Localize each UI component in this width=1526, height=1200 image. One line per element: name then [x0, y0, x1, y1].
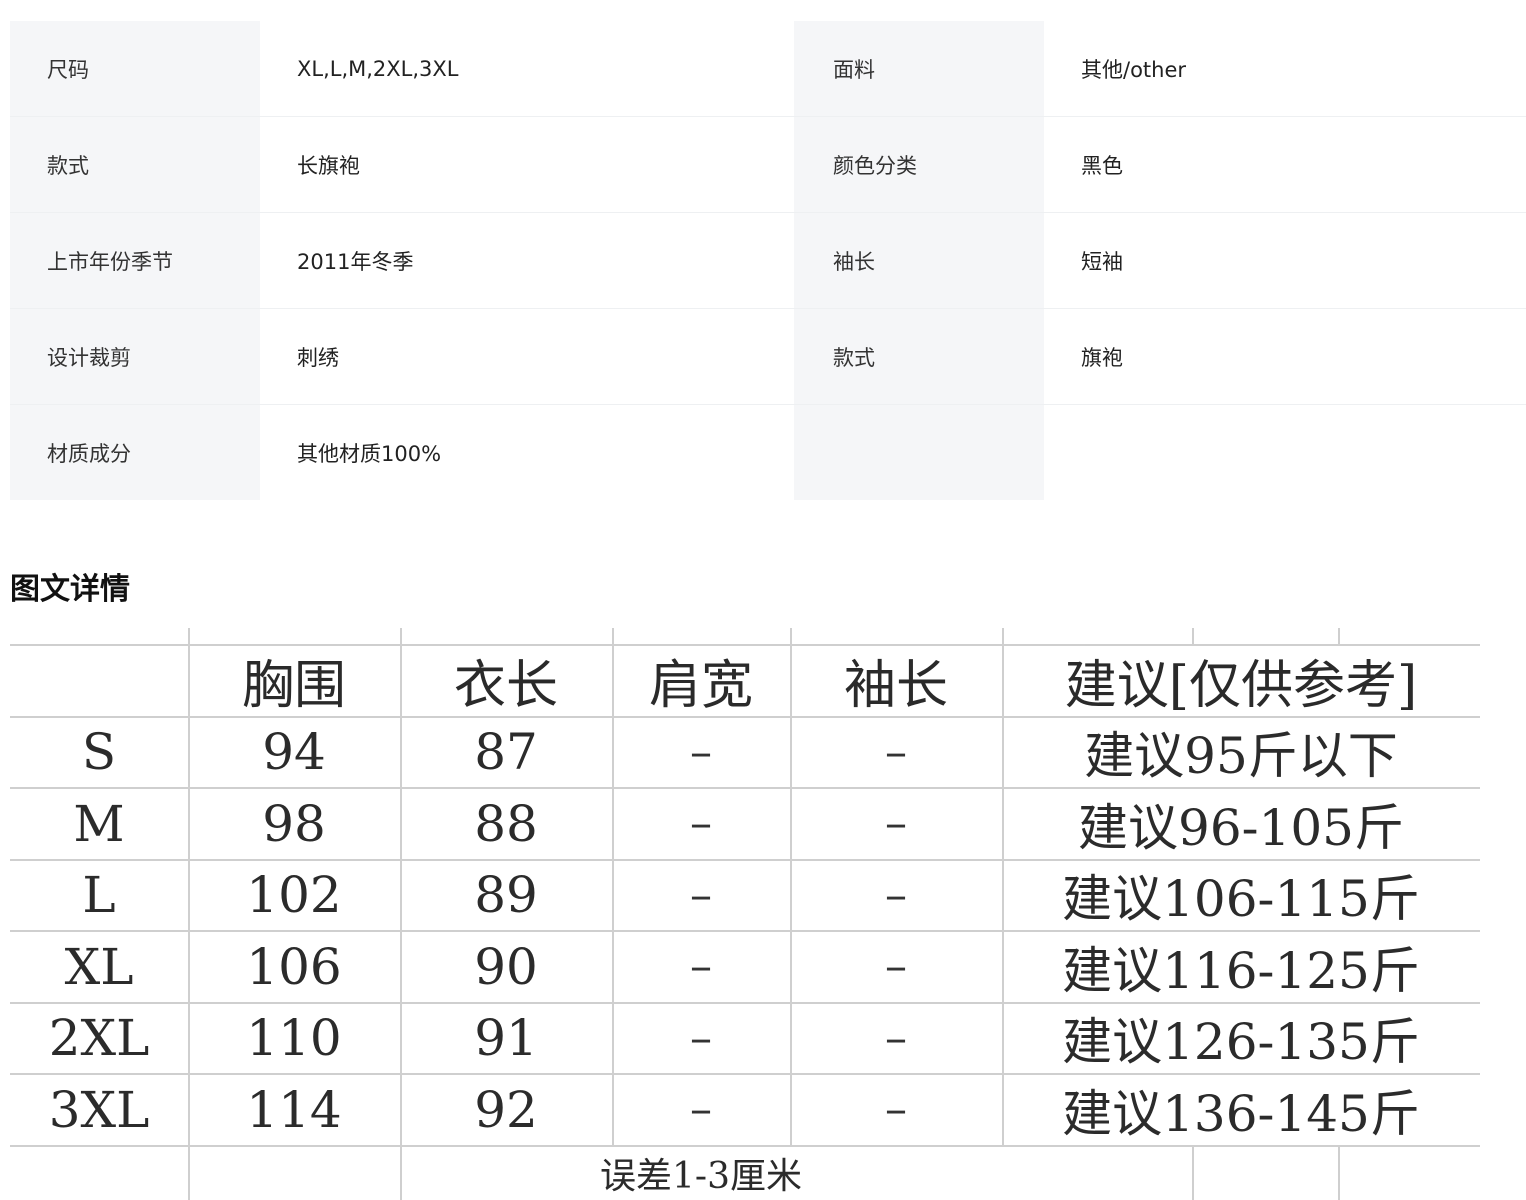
size-chart-header-cell: 建议[仅供参考]	[1064, 656, 1418, 717]
size-chart-col-line	[1338, 1144, 1340, 1200]
attribute-value: 短袖	[1044, 212, 1526, 309]
size-chart-size-label: S	[81, 723, 117, 782]
size-chart-header-cell: 肩宽	[648, 656, 753, 717]
attribute-key: 袖长	[794, 212, 1044, 309]
attribute-value: 黑色	[1044, 116, 1526, 213]
size-chart-header-cell: 袖长	[843, 656, 948, 717]
size-chart-size-label: 3XL	[48, 1080, 150, 1139]
attribute-key: 尺码	[10, 21, 260, 117]
section-title: 图文详情	[10, 572, 130, 607]
size-chart-value-cell: –	[690, 1084, 712, 1136]
size-chart-value-cell: 90	[474, 937, 538, 996]
attribute-row: 尺码 XL,L,M,2XL,3XL 面料 其他/other	[10, 21, 1526, 117]
size-chart-note: 误差1-3厘米	[600, 1156, 802, 1198]
size-chart-value-cell: –	[690, 1012, 712, 1064]
size-chart-value-cell: –	[885, 941, 907, 993]
attribute-value: 长旗袍	[260, 116, 794, 213]
attribute-key: 上市年份季节	[10, 212, 260, 309]
size-chart-value-cell: 110	[246, 1009, 342, 1068]
attribute-key-empty	[794, 404, 1044, 500]
size-chart-value-cell: –	[690, 726, 712, 778]
size-chart-size-label: L	[82, 866, 116, 925]
attribute-value: 其他材质100%	[260, 404, 794, 500]
attribute-value: 其他/other	[1044, 21, 1526, 117]
size-chart-value-cell: 建议116-125斤	[1062, 941, 1420, 1000]
size-chart-value-cell: 106	[246, 937, 342, 996]
size-chart-value-cell: –	[690, 869, 712, 921]
size-chart-col-line	[1192, 628, 1194, 644]
size-chart-value-cell: 88	[474, 794, 538, 853]
size-chart-size-label: XL	[64, 937, 134, 996]
size-chart-image: 胸围 衣长 肩宽 袖长 建议[仅供参考] S 94 87 – – 建议95斤以下 M 98 88 – – 建议9…	[10, 628, 1480, 1200]
attribute-key: 材质成分	[10, 404, 260, 500]
size-chart-value-cell: 98	[262, 794, 326, 853]
size-chart-value-cell: –	[690, 941, 712, 993]
size-chart-value-cell: 87	[474, 723, 538, 782]
size-chart-value-cell: 102	[246, 866, 342, 925]
size-chart-header-cell	[10, 646, 188, 716]
size-chart-value-cell: 建议96-105斤	[1078, 798, 1404, 857]
attribute-row: 设计裁剪 刺绣 款式 旗袍	[10, 308, 1526, 405]
attribute-row: 上市年份季节 2011年冬季 袖长 短袖	[10, 212, 1526, 309]
size-chart-value-cell: 建议126-135斤	[1062, 1013, 1420, 1072]
attribute-key: 设计裁剪	[10, 308, 260, 405]
attribute-value: 旗袍	[1044, 308, 1526, 405]
attribute-row: 款式 长旗袍 颜色分类 黑色	[10, 116, 1526, 213]
product-attributes-table: 尺码 XL,L,M,2XL,3XL 面料 其他/other 款式 长旗袍 颜色分…	[10, 21, 1526, 500]
attribute-key: 款式	[10, 116, 260, 213]
size-chart-value-cell: –	[885, 869, 907, 921]
size-chart-value-cell: 92	[474, 1080, 538, 1139]
size-chart-header-cell: 胸围	[241, 656, 346, 717]
size-chart-col-line	[1192, 1144, 1194, 1200]
size-chart-value-cell: 94	[262, 723, 326, 782]
size-chart-value-cell: 91	[474, 1009, 538, 1068]
size-chart-header-cell: 衣长	[453, 656, 558, 717]
size-chart-value-cell: –	[885, 798, 907, 850]
size-chart-size-label: M	[73, 794, 125, 853]
attribute-key: 颜色分类	[794, 116, 1044, 213]
attribute-value: 2011年冬季	[260, 212, 794, 309]
size-chart-value-cell: –	[885, 1012, 907, 1064]
size-chart-size-label: 2XL	[48, 1009, 150, 1068]
size-chart-value-cell: –	[885, 1084, 907, 1136]
size-chart-value-cell: 建议106-115斤	[1062, 870, 1420, 929]
size-chart-col-line	[1338, 628, 1340, 644]
size-chart-value-cell: 建议95斤以下	[1084, 727, 1398, 786]
attribute-value: XL,L,M,2XL,3XL	[260, 21, 794, 117]
size-chart-value-cell: 建议136-145斤	[1062, 1084, 1420, 1143]
attribute-value-empty	[1044, 404, 1526, 500]
attribute-key: 面料	[794, 21, 1044, 117]
attribute-key: 款式	[794, 308, 1044, 405]
size-chart-value-cell: 89	[474, 866, 538, 925]
attribute-row: 材质成分 其他材质100%	[10, 404, 1526, 500]
size-chart-value-cell: –	[885, 726, 907, 778]
attribute-value: 刺绣	[260, 308, 794, 405]
size-chart-value-cell: –	[690, 798, 712, 850]
size-chart-value-cell: 114	[246, 1080, 342, 1139]
